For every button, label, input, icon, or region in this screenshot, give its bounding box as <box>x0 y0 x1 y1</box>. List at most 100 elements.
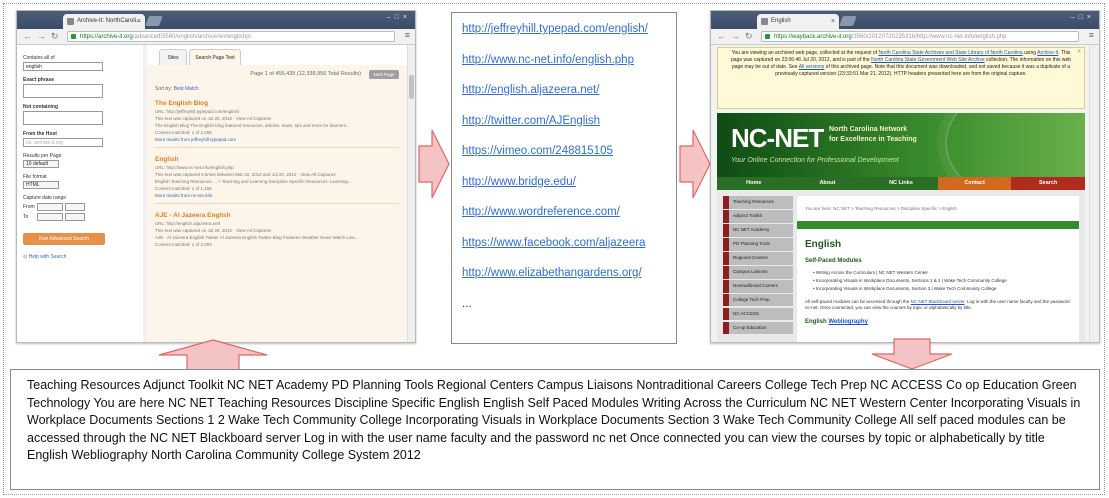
browser-menu-icon[interactable]: ≡ <box>405 30 410 40</box>
module-item[interactable]: • Writing Across the Curriculum | NC NET… <box>805 270 1071 275</box>
result-capture: This text was captured on Jul 26, 2012 ·… <box>155 116 272 121</box>
link-item[interactable]: https://www.facebook.com/aljazeera <box>462 237 676 268</box>
link-item[interactable]: http://www.nc-net.info/english.php <box>462 54 676 85</box>
result-more-link[interactable]: More results from jeffreyhill.typepad.co… <box>155 137 399 142</box>
reload-icon[interactable]: ↻ <box>745 31 753 42</box>
tab-title: Archive-It: NorthCaroli... <box>77 18 142 24</box>
menu-item[interactable]: Campus Liaisons <box>723 265 793 279</box>
result-title[interactable]: English <box>155 156 399 163</box>
menu-item[interactable]: NC NET Academy <box>723 223 793 237</box>
menu-item[interactable]: NC ACCESS <box>723 307 793 321</box>
next-page-button[interactable]: Next Page <box>369 70 399 79</box>
module-label: Writing Across the Curriculum | NC NET W… <box>815 270 929 275</box>
menu-item[interactable]: Co-op Education <box>723 321 793 335</box>
nav-home[interactable]: Home <box>717 177 791 190</box>
link-item[interactable]: http://jeffreyhill.typepad.com/english/ <box>462 23 676 54</box>
webliography-link[interactable]: Webliography <box>828 319 868 325</box>
not-containing-input[interactable] <box>23 111 103 125</box>
menu-item[interactable]: Regional Centers <box>723 251 793 265</box>
menu-item[interactable]: College Tech Prep <box>723 293 793 307</box>
window-controls[interactable]: –□× <box>1071 14 1095 21</box>
scrollbar-thumb[interactable] <box>409 75 414 99</box>
sort-select[interactable]: Best Match <box>174 86 199 92</box>
date-to-label: To <box>23 214 29 220</box>
menu-item[interactable]: Teaching Resources <box>723 196 793 209</box>
browser-tab[interactable]: English × <box>757 14 839 29</box>
file-format-select[interactable]: HTML <box>23 181 59 189</box>
result-tabs: Sites Search Page Text <box>147 45 407 65</box>
contains-input[interactable]: english <box>23 62 103 71</box>
sort-label: Sort by: <box>155 86 173 92</box>
header-decoration <box>945 113 1085 177</box>
date-to-year-select[interactable] <box>65 213 85 221</box>
tab-sites[interactable]: Sites <box>159 49 187 65</box>
exact-phrase-input[interactable] <box>23 84 103 98</box>
module-item[interactable]: • Incorporating Visuals in Workplace Doc… <box>805 278 1071 283</box>
nav-search[interactable]: Search <box>1011 177 1085 190</box>
help-search-link[interactable]: ⊙ Help with Search <box>23 254 137 260</box>
date-to-month-select[interactable] <box>37 213 63 221</box>
menu-item[interactable]: Nontraditional Careers <box>723 279 793 293</box>
results-per-page-label: Results per Page <box>23 153 62 159</box>
new-tab-button[interactable] <box>145 16 163 26</box>
reload-icon[interactable]: ↻ <box>51 31 59 42</box>
banner-link[interactable]: North Carolina State Government Web Site… <box>871 57 985 63</box>
browser-tab[interactable]: Archive-It: NorthCaroli... × <box>63 14 145 29</box>
result-item: The English Blog URL: http://jeffreyhill… <box>155 100 399 148</box>
banner-text: using <box>1022 50 1038 56</box>
nav-nc-links[interactable]: NC Links <box>864 177 938 190</box>
result-url: URL: http://english.aljazeera.net/ <box>155 221 221 226</box>
forward-arrow-icon[interactable]: → <box>731 31 740 42</box>
result-snippet: AJE - Al Jazeera English Twitter Al Jaze… <box>155 235 359 240</box>
extracted-text: Teaching Resources Adjunct Toolkit NC NE… <box>27 378 1081 462</box>
banner-link[interactable]: North Carolina State Archives and State … <box>878 50 1022 56</box>
link-item[interactable]: http://www.bridge.edu/ <box>462 176 676 207</box>
menu-item[interactable]: Adjunct Toolkit <box>723 209 793 223</box>
link-item[interactable]: http://www.elizabethangardens.org/ <box>462 267 676 298</box>
link-item[interactable]: https://vimeo.com/248815105 <box>462 145 676 176</box>
browser-menu-icon[interactable]: ≡ <box>1089 30 1094 40</box>
blackboard-link[interactable]: NC NET Blackboard server <box>911 299 965 304</box>
date-from-month-select[interactable] <box>37 203 63 211</box>
lock-icon <box>71 34 76 39</box>
site-subtitle-1: North Carolina Network <box>829 126 908 133</box>
tab-strip: Archive-It: NorthCaroli... × –□× <box>17 11 415 29</box>
address-bar[interactable]: https://wayback.archive-it.org/3560/2012… <box>761 31 1079 42</box>
menu-item[interactable]: PD Planning Tools <box>723 237 793 251</box>
nav-contact[interactable]: Contact <box>937 177 1012 190</box>
result-title[interactable]: AJE - Al Jazeera English <box>155 212 399 219</box>
link-item[interactable]: http://www.wordreference.com/ <box>462 206 676 237</box>
close-tab-icon[interactable]: × <box>137 14 141 29</box>
nc-net-logo[interactable]: NC-NET <box>731 123 824 154</box>
new-tab-button[interactable] <box>839 16 857 26</box>
link-item[interactable]: http://twitter.com/AJEnglish <box>462 115 676 146</box>
banner-link[interactable]: Archive-It <box>1037 50 1058 56</box>
not-containing-label: Not containing <box>23 104 58 110</box>
tab-search-page-text[interactable]: Search Page Text <box>189 49 241 65</box>
banner-link[interactable]: All versions <box>799 64 825 70</box>
wayback-banner: × You are viewing an archived web page, … <box>717 47 1085 109</box>
from-host-input[interactable]: ex. archive-it.org <box>23 138 103 147</box>
nav-about[interactable]: About <box>790 177 865 190</box>
result-more-link[interactable]: More results from nc-net.info <box>155 193 399 198</box>
window-controls[interactable]: –□× <box>387 14 411 21</box>
back-arrow-icon[interactable]: ← <box>23 31 32 42</box>
webliography-label: English <box>805 319 829 325</box>
forward-arrow-icon[interactable]: → <box>37 31 46 42</box>
exact-phrase-label: Exact phrase <box>23 77 55 83</box>
scrollbar[interactable] <box>407 45 415 342</box>
address-bar[interactable]: https://archive-it.org/advanced/3560/eng… <box>67 31 395 42</box>
result-title[interactable]: The English Blog <box>155 100 399 107</box>
close-banner-icon[interactable]: × <box>1077 49 1081 56</box>
date-from-year-select[interactable] <box>65 203 85 211</box>
close-tab-icon[interactable]: × <box>831 14 835 29</box>
link-item[interactable]: http://english.aljazeera.net/ <box>462 84 676 115</box>
site-content: You are here: NC NET > Teaching Resource… <box>797 196 1079 342</box>
paragraph-text: All self-paced modules can be accessed t… <box>805 299 911 304</box>
run-search-button[interactable]: Run Advanced Search <box>23 233 105 245</box>
module-item[interactable]: • Incorporating Visuals in Workplace Doc… <box>805 286 1071 291</box>
down-arrow-icon <box>870 338 954 370</box>
results-per-page-select[interactable]: 10 default <box>23 160 59 168</box>
back-arrow-icon[interactable]: ← <box>717 31 726 42</box>
scrollbar[interactable] <box>1089 45 1099 342</box>
